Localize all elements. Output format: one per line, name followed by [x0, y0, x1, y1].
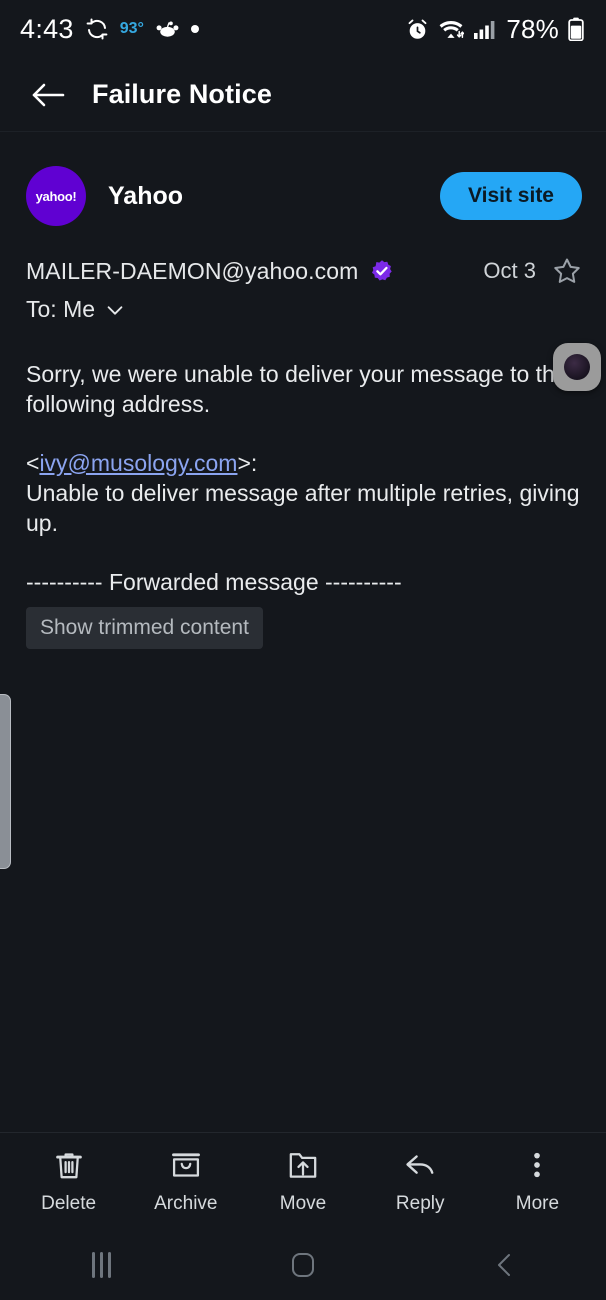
brand-name: Yahoo	[108, 181, 184, 210]
brand-row: yahoo! Yahoo Visit site	[0, 132, 606, 226]
battery-percent: 78%	[506, 13, 559, 44]
star-icon	[554, 258, 580, 283]
move-label: Move	[279, 1193, 327, 1214]
trash-icon	[55, 1153, 82, 1179]
alarm-icon	[406, 18, 429, 41]
battery-icon	[568, 17, 584, 41]
nav-back-button[interactable]	[404, 1250, 606, 1280]
status-bar: 4:43 93° 78%	[0, 0, 606, 58]
phone-screen: 4:43 93° 78% Failure Notice yahoo! Yahoo…	[0, 0, 606, 1300]
recipient-row[interactable]: To: Me	[26, 296, 582, 323]
star-button[interactable]	[552, 256, 582, 286]
recents-button[interactable]	[0, 1252, 202, 1278]
paragraph-gap-2	[26, 539, 582, 567]
more-label: More	[515, 1193, 560, 1214]
verified-badge-icon	[370, 259, 394, 283]
page-title: Failure Notice	[92, 79, 272, 109]
archive-label: Archive	[154, 1193, 218, 1214]
back-button[interactable]	[26, 72, 72, 118]
reply-arrow-icon	[406, 1155, 434, 1174]
cellular-signal-icon	[473, 18, 497, 40]
status-bar-right: 78%	[406, 14, 584, 45]
status-temperature: 93°	[119, 20, 144, 37]
message-date: Oct 3	[483, 258, 536, 283]
recipient-label: To: Me	[26, 296, 96, 322]
email-content: yahoo! Yahoo Visit site MAILER-DAEMON@ya…	[0, 132, 606, 1132]
forwarded-message-divider: ---------- Forwarded message ----------	[26, 568, 402, 595]
avatar: yahoo!	[26, 166, 86, 226]
wifi-icon	[438, 18, 465, 41]
back-chevron-icon	[498, 1254, 510, 1276]
reply-label: Reply	[395, 1193, 445, 1214]
status-bar-left: 4:43 93°	[20, 14, 199, 45]
sender-row: MAILER-DAEMON@yahoo.com Oct 3	[26, 256, 582, 286]
edge-panel-handle[interactable]	[0, 694, 11, 869]
more-button[interactable]: More	[479, 1148, 596, 1215]
action-toolbar: Delete Archive Move Reply More	[0, 1132, 606, 1230]
sender-address: MAILER-DAEMON@yahoo.com	[26, 257, 359, 284]
recents-icon	[91, 1252, 111, 1278]
body-paragraph-1: Sorry, we were unable to deliver your me…	[26, 361, 568, 418]
body-paragraph-2: Unable to deliver message after multiple…	[26, 480, 580, 537]
angle-close: >:	[237, 449, 258, 476]
dot-indicator	[190, 25, 199, 33]
visit-site-button[interactable]: Visit site	[440, 172, 582, 220]
avatar-label: yahoo!	[35, 188, 77, 204]
reddit-icon	[155, 17, 180, 42]
home-button[interactable]	[202, 1250, 404, 1280]
camera-lens-icon	[564, 354, 590, 380]
more-vertical-icon	[534, 1152, 541, 1178]
message-body: Sorry, we were unable to deliver your me…	[0, 323, 606, 650]
back-arrow-icon	[32, 83, 65, 106]
android-nav-bar	[0, 1230, 606, 1300]
camera-overlay-bubble[interactable]	[553, 343, 601, 391]
move-folder-icon	[289, 1153, 317, 1178]
status-time: 4:43	[20, 13, 74, 44]
recipient-line: <ivy@musology.com>:	[26, 448, 582, 478]
delete-button[interactable]: Delete	[10, 1148, 127, 1215]
chevron-down-icon[interactable]	[104, 299, 126, 321]
delete-label: Delete	[41, 1193, 97, 1214]
message-meta: MAILER-DAEMON@yahoo.com Oct 3 To: Me	[0, 226, 606, 323]
reply-button[interactable]: Reply	[362, 1148, 479, 1215]
sync-icon	[85, 17, 109, 41]
home-icon	[292, 1253, 314, 1277]
archive-button[interactable]: Archive	[127, 1148, 244, 1215]
recipient-email-link[interactable]: ivy@musology.com	[39, 450, 237, 476]
angle-open: <	[26, 449, 40, 476]
archive-icon	[171, 1153, 200, 1177]
move-button[interactable]: Move	[244, 1148, 361, 1215]
show-trimmed-content-button[interactable]: Show trimmed content	[26, 607, 263, 650]
app-header: Failure Notice	[0, 58, 606, 132]
